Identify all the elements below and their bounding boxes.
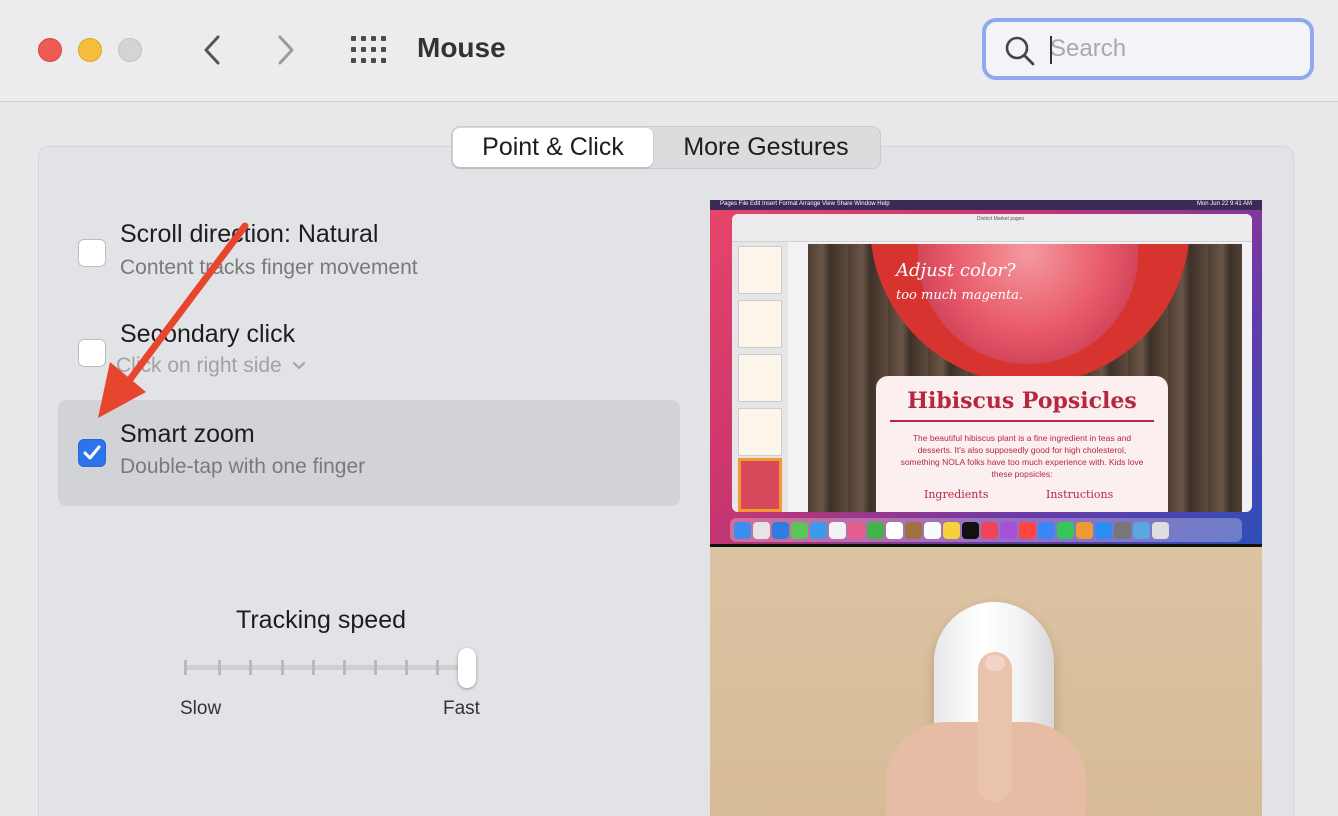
tab-point-and-click[interactable]: Point & Click [453,128,653,167]
option-subtitle: Double-tap with one finger [120,455,366,478]
slider-track [184,665,470,670]
slider-knob[interactable] [458,648,476,688]
slider-tick [374,660,377,675]
page-thumbnail-current [738,458,782,512]
text-caret [1050,36,1052,64]
page-thumbnail [738,408,782,456]
secondary-click-dropdown[interactable]: Click on right side [116,354,306,378]
handwritten-note: too much magenta. [896,288,1024,303]
option-scroll-direction: Scroll direction: Natural Content tracks… [58,206,680,312]
slider-tick [249,660,252,675]
forward-button[interactable] [266,30,306,70]
recipe-body: The beautiful hibiscus plant is a fine i… [900,433,1144,479]
option-smart-zoom: Smart zoom Double-tap with one finger [58,400,680,506]
slider-tick [436,660,439,675]
chevron-left-icon [204,35,220,65]
preview-pages-window: District Market pages Adjust color? too … [732,214,1252,512]
slider-tick [281,660,284,675]
preview-menubar-left: Pages File Edit Insert Format Arrange Vi… [720,201,890,207]
preview-dock [730,518,1242,542]
slider-tick [312,660,315,675]
secondary-click-checkbox[interactable] [78,339,106,367]
fingernail-image [985,655,1005,671]
option-title: Secondary click [120,320,296,348]
option-title: Smart zoom [120,420,255,448]
preview-document-page: Adjust color? too much magenta. Hibiscus… [808,244,1242,512]
slider-tick [343,660,346,675]
preview-menubar: Pages File Edit Insert Format Arrange Vi… [710,200,1262,210]
search-input[interactable] [1050,34,1290,64]
gesture-preview-video: Pages File Edit Insert Format Arrange Vi… [710,200,1262,816]
smart-zoom-checkbox[interactable] [78,439,106,467]
chevron-down-icon [292,362,305,370]
show-all-button[interactable] [348,32,388,68]
preview-menubar-right: Mon Jun 22 9:41 AM [1196,201,1252,207]
option-title: Scroll direction: Natural [120,220,379,248]
preview-page-thumbnails [732,242,788,512]
chevron-right-icon [278,35,294,65]
preview-desk [710,547,1262,816]
slider-max-label: Fast [443,698,480,719]
option-subtitle: Content tracks finger movement [120,256,418,279]
tracking-speed-slider[interactable] [184,644,484,692]
option-secondary-click: Secondary click Click on right side [58,306,680,412]
finger-image [978,652,1012,802]
preview-screen: Pages File Edit Insert Format Arrange Vi… [710,200,1262,546]
page-thumbnail [738,354,782,402]
recipe-column-label: Ingredients [924,488,989,501]
title-bar: Mouse [0,0,1338,102]
dropdown-value: Click on right side [116,354,282,377]
tracking-speed-label: Tracking speed [236,606,406,634]
preview-toolbar: District Market pages [732,214,1252,242]
recipe-column-label: Instructions [1046,488,1114,501]
recipe-title: Hibiscus Popsicles [907,388,1137,414]
tab-more-gestures[interactable]: More Gestures [653,128,879,167]
preview-doc-title: District Market pages [977,216,1024,222]
page-thumbnail [738,300,782,348]
slider-tick [184,660,187,675]
search-icon [1005,36,1035,66]
page-thumbnail [738,246,782,294]
minimize-button[interactable] [78,38,102,62]
zoom-button[interactable] [118,38,142,62]
recipe-card: Hibiscus Popsicles The beautiful hibiscu… [876,376,1168,512]
back-button[interactable] [192,30,232,70]
tab-control: Point & Click More Gestures [451,126,881,169]
divider [890,420,1154,422]
close-button[interactable] [38,38,62,62]
checkmark-icon [83,445,101,460]
slider-tick [218,660,221,675]
slider-min-label: Slow [180,698,222,719]
window-title: Mouse [417,32,506,63]
scroll-direction-checkbox[interactable] [78,239,106,267]
search-field[interactable] [982,18,1314,80]
slider-tick [405,660,408,675]
handwritten-note: Adjust color? [896,260,1016,281]
